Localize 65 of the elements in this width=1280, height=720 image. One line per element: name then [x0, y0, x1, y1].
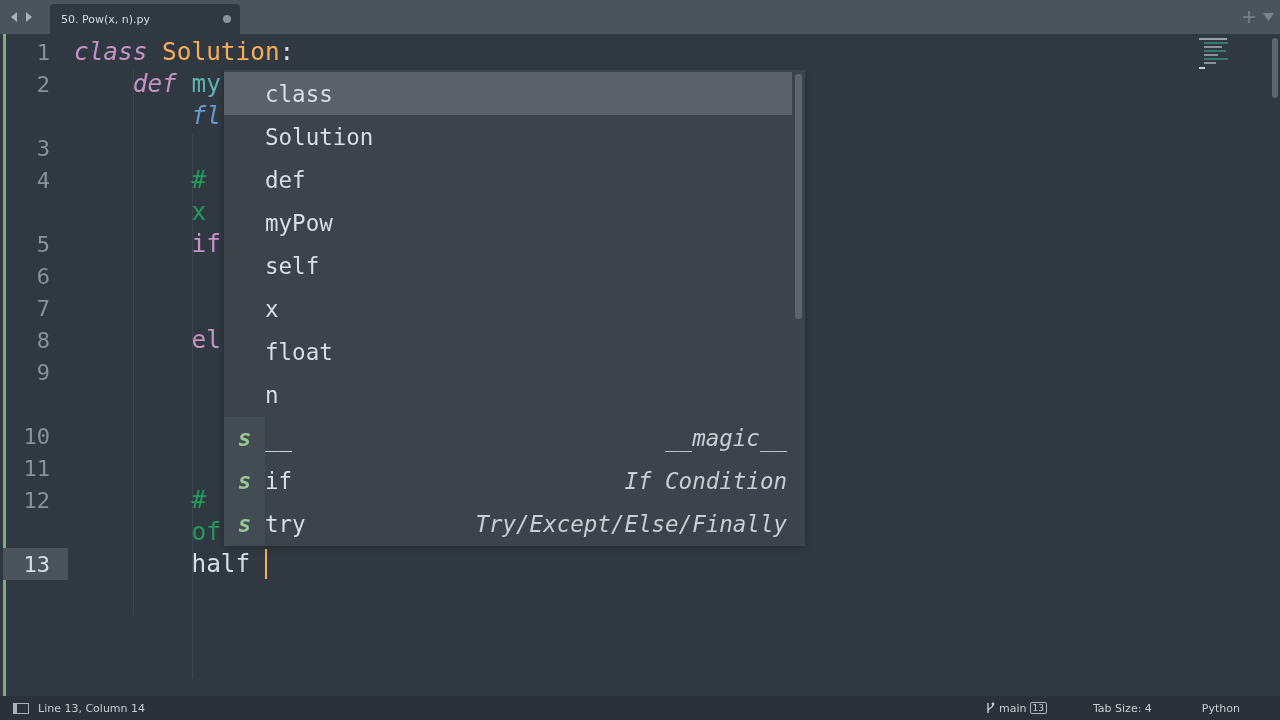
completion-label: try: [265, 511, 306, 538]
completion-label: x: [265, 296, 279, 322]
line-number: 12: [23, 487, 50, 513]
code-line: el: [190, 324, 221, 356]
snippet-kind-icon: s: [224, 459, 265, 503]
line-number: 3: [36, 135, 50, 161]
scrollbar[interactable]: [1272, 38, 1278, 98]
completion-item[interactable]: s if If Condition: [224, 459, 792, 503]
completion-label: class: [265, 80, 333, 107]
code-line: #: [190, 164, 207, 196]
completion-item[interactable]: s try Try/Except/Else/Finally: [224, 502, 792, 547]
completion-hint: If Condition: [624, 468, 787, 495]
dropdown-icon[interactable]: [1263, 13, 1274, 21]
completion-item[interactable]: self: [224, 244, 792, 288]
completion-label: float: [265, 339, 333, 366]
completion-item[interactable]: Solution: [224, 115, 792, 159]
line-number: 5: [36, 231, 50, 257]
line-number: 6: [36, 263, 50, 289]
code-line: if: [190, 228, 221, 260]
code-line: half: [190, 548, 252, 580]
line-number: 10: [23, 423, 50, 449]
tab-title: 50. Pow(x, n).py: [61, 12, 151, 26]
completion-label: myPow: [265, 209, 333, 236]
line-number: 13: [23, 551, 50, 577]
syntax-mode[interactable]: Python: [1201, 701, 1240, 715]
line-number: 2: [36, 71, 50, 97]
code-line: #: [190, 484, 207, 516]
code-line: x: [190, 196, 207, 228]
line-number: 8: [36, 327, 50, 353]
snippet-kind-icon: s: [224, 416, 265, 460]
completion-item[interactable]: myPow: [224, 201, 792, 245]
git-branch[interactable]: main: [999, 701, 1027, 715]
branch-icon: [986, 702, 995, 714]
line-number: 1: [36, 39, 50, 65]
scrollbar[interactable]: [795, 74, 802, 319]
tab-size[interactable]: Tab Size: 4: [1092, 701, 1152, 715]
completion-label: def: [265, 166, 306, 193]
completion-item[interactable]: s __ __magic__: [224, 416, 792, 460]
completion-label: if: [265, 468, 293, 495]
completion-item[interactable]: n: [224, 373, 792, 417]
panel-toggle-icon[interactable]: [13, 702, 29, 714]
code-line: def my: [131, 68, 221, 100]
file-tab[interactable]: 50. Pow(x, n).py: [50, 4, 240, 34]
line-number: 11: [23, 455, 50, 481]
cursor-position: Line 13, Column 14: [38, 701, 146, 715]
unsaved-dot-icon[interactable]: [223, 15, 231, 23]
completion-hint: Try/Except/Else/Finally: [475, 511, 787, 538]
completion-label: __: [265, 425, 293, 452]
completion-item[interactable]: class: [224, 72, 792, 116]
code-line: class Solution:: [74, 36, 295, 68]
completion-label: n: [265, 382, 279, 409]
completion-label: self: [265, 252, 320, 279]
completion-item[interactable]: x: [224, 287, 792, 331]
changes-badge[interactable]: 13: [1029, 702, 1047, 714]
completion-item[interactable]: def: [224, 158, 792, 202]
snippet-kind-icon: s: [224, 502, 265, 547]
line-number: 4: [36, 167, 50, 193]
completion-hint: __magic__: [665, 425, 787, 452]
code-line: of: [190, 516, 221, 548]
completion-item[interactable]: float: [224, 330, 792, 374]
line-number: 9: [36, 359, 50, 385]
completion-label: Solution: [265, 123, 374, 150]
plus-icon[interactable]: [1243, 11, 1255, 23]
code-line: fl: [190, 100, 221, 132]
line-number: 7: [36, 295, 50, 321]
